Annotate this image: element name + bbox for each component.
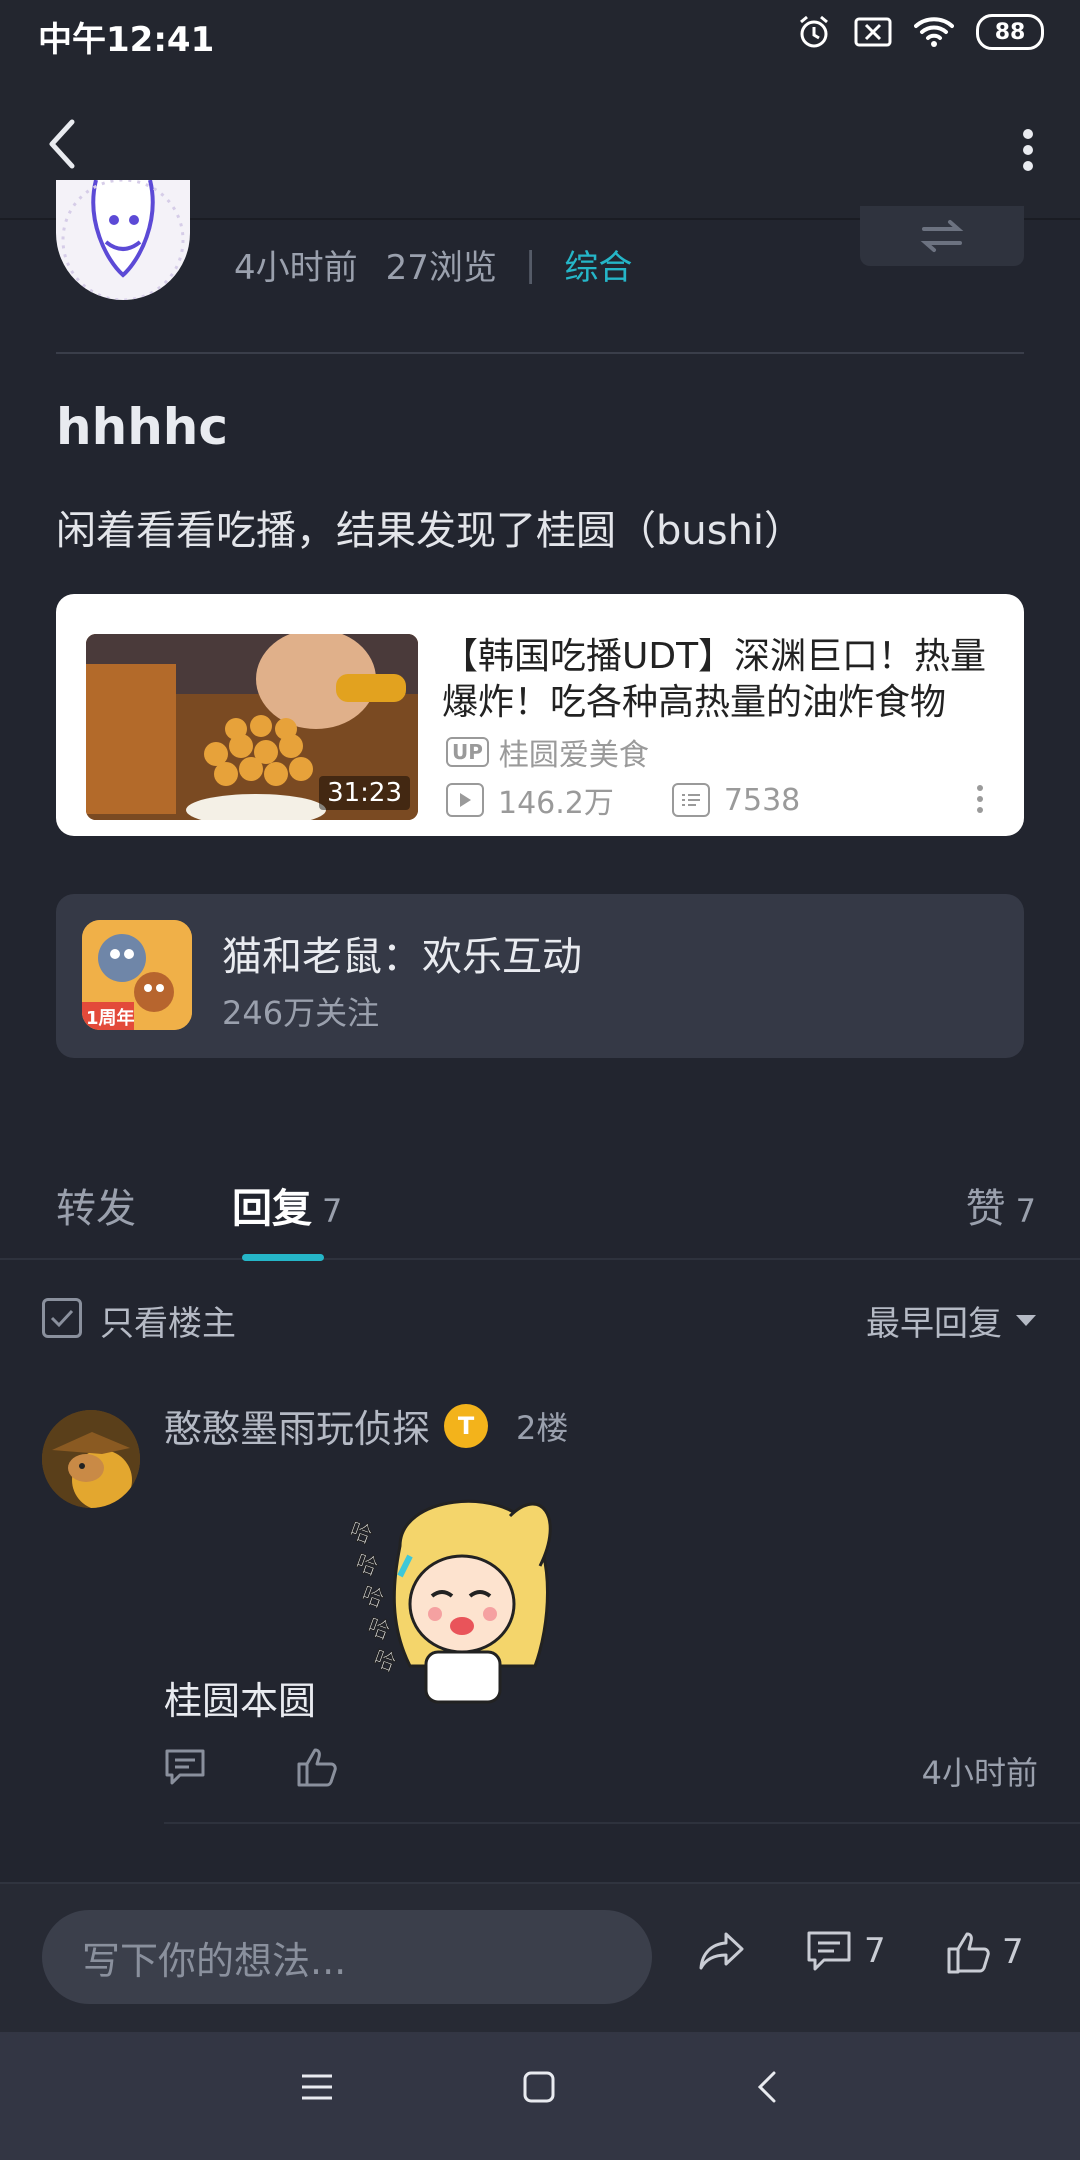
alarm-icon [800, 15, 828, 48]
battery-icon: 88 [976, 14, 1044, 50]
post-title: hhhhc [56, 398, 229, 456]
video-more-icon[interactable] [976, 784, 984, 814]
comment-username[interactable]: 憨憨墨雨玩侦探 [164, 1398, 430, 1453]
game-name: 猫和老鼠：欢乐互动 [222, 934, 582, 980]
tab-like-label: 赞 [965, 1186, 1006, 1232]
danmaku-icon [671, 783, 710, 817]
comment-text: 桂圆本圆 [164, 1679, 317, 1723]
tab-divider [0, 1258, 1080, 1260]
tab-like[interactable]: 赞7 [966, 1176, 1036, 1234]
back-arrow-icon[interactable] [42, 114, 82, 174]
post-category[interactable]: 综合 [564, 240, 632, 289]
thumbs-up-icon[interactable] [296, 1746, 338, 1788]
svg-text:哈: 哈 [352, 1550, 381, 1581]
tab-like-count: 7 [1015, 1192, 1036, 1230]
nav-back-icon[interactable] [752, 2070, 786, 2104]
author-divider [56, 352, 1024, 354]
swap-icon [920, 220, 964, 252]
author-avatar[interactable] [56, 180, 190, 300]
post-views: 27浏览 [385, 248, 497, 288]
like-count: 7 [1002, 1932, 1024, 1972]
video-uploader: UP 桂圆爱美食 [446, 730, 649, 774]
up-tag: UP [446, 737, 489, 767]
check-icon [50, 1309, 74, 1328]
post-meta: 4小时前 27浏览 | 综合 [234, 240, 632, 289]
level-badge-icon: T [444, 1403, 489, 1448]
share-icon [699, 1932, 744, 1970]
comments-button[interactable]: 7 [806, 1930, 886, 1972]
home-icon[interactable] [522, 2070, 556, 2104]
svg-text:哈: 哈 [346, 1518, 375, 1549]
tab-reply[interactable]: 回复 7 [232, 1176, 342, 1234]
comment-sticker: 哈 哈 哈 哈 哈 [340, 1476, 580, 1716]
game-card[interactable]: 1周年 猫和老鼠：欢乐互动 246万关注 [56, 894, 1024, 1058]
follow-button[interactable] [860, 206, 1024, 266]
comment-time: 4小时前 [921, 1754, 1038, 1792]
game-badge: 1周年 [86, 1007, 135, 1029]
uploader-name: 桂圆爱美食 [498, 738, 649, 773]
video-thumbnail: 31:23 [86, 634, 418, 820]
video-title: 【韩国吃播UDT】深渊巨口！热量爆炸！吃各种高热量的油炸食物 [442, 636, 987, 723]
status-icons: 88 [796, 14, 1044, 50]
game-icon: 1周年 [82, 920, 192, 1030]
reply-icon[interactable] [164, 1748, 206, 1786]
wifi-icon [914, 17, 954, 47]
tab-indicator [242, 1254, 324, 1261]
sim-off-icon [854, 17, 892, 47]
only-op-checkbox[interactable] [42, 1298, 82, 1338]
svg-text:哈: 哈 [370, 1646, 399, 1677]
video-card[interactable]: 31:23 【韩国吃播UDT】深渊巨口！热量爆炸！吃各种高热量的油炸食物 UP … [56, 594, 1024, 836]
status-time: 中午12:41 [38, 20, 215, 60]
meta-separator: | [524, 244, 537, 285]
more-options-icon[interactable] [1018, 128, 1038, 172]
like-button[interactable]: 7 [946, 1930, 1024, 1974]
video-duration: 31:23 [319, 776, 410, 810]
comment-input[interactable]: 写下你的想法... [42, 1910, 652, 2004]
tab-forward[interactable]: 转发 [56, 1176, 136, 1234]
sort-label: 最早回复 [866, 1304, 1002, 1344]
game-followers: 246万关注 [222, 994, 380, 1032]
thumbs-up-icon [947, 1932, 990, 1974]
comment-count: 7 [864, 1931, 886, 1971]
post-body: 闲着看看吃播，结果发现了桂圆（bushi） [56, 508, 805, 554]
danmaku-count: 7538 [723, 782, 801, 818]
svg-text:哈: 哈 [358, 1582, 387, 1613]
chevron-down-icon [1016, 1315, 1036, 1326]
comment-avatar[interactable] [42, 1410, 140, 1508]
video-stats: 146.2万 7538 [446, 778, 800, 822]
comment-author: 憨憨墨雨玩侦探 T 2楼 [164, 1398, 568, 1453]
sort-dropdown[interactable]: 最早回复 [866, 1296, 1036, 1345]
comment-badge: T [457, 1411, 475, 1440]
share-button[interactable] [698, 1930, 746, 1972]
comment-floor: 2楼 [516, 1408, 569, 1447]
tab-reply-label: 回复 [232, 1186, 312, 1232]
menu-icon[interactable] [300, 2070, 334, 2104]
svg-text:哈: 哈 [364, 1614, 393, 1645]
tab-reply-count: 7 [322, 1192, 343, 1230]
post-time: 4小时前 [234, 248, 358, 288]
play-count-icon [446, 783, 484, 817]
status-bar: 中午12:41 88 [0, 0, 1080, 70]
comment-icon [807, 1931, 851, 1971]
play-count: 146.2万 [498, 786, 614, 821]
comment-input-placeholder: 写下你的想法... [82, 1938, 347, 1983]
only-op-label[interactable]: 只看楼主 [100, 1296, 236, 1345]
battery-level: 88 [994, 19, 1026, 45]
comment-divider [164, 1822, 1080, 1824]
tab-forward-label: 转发 [56, 1186, 136, 1232]
